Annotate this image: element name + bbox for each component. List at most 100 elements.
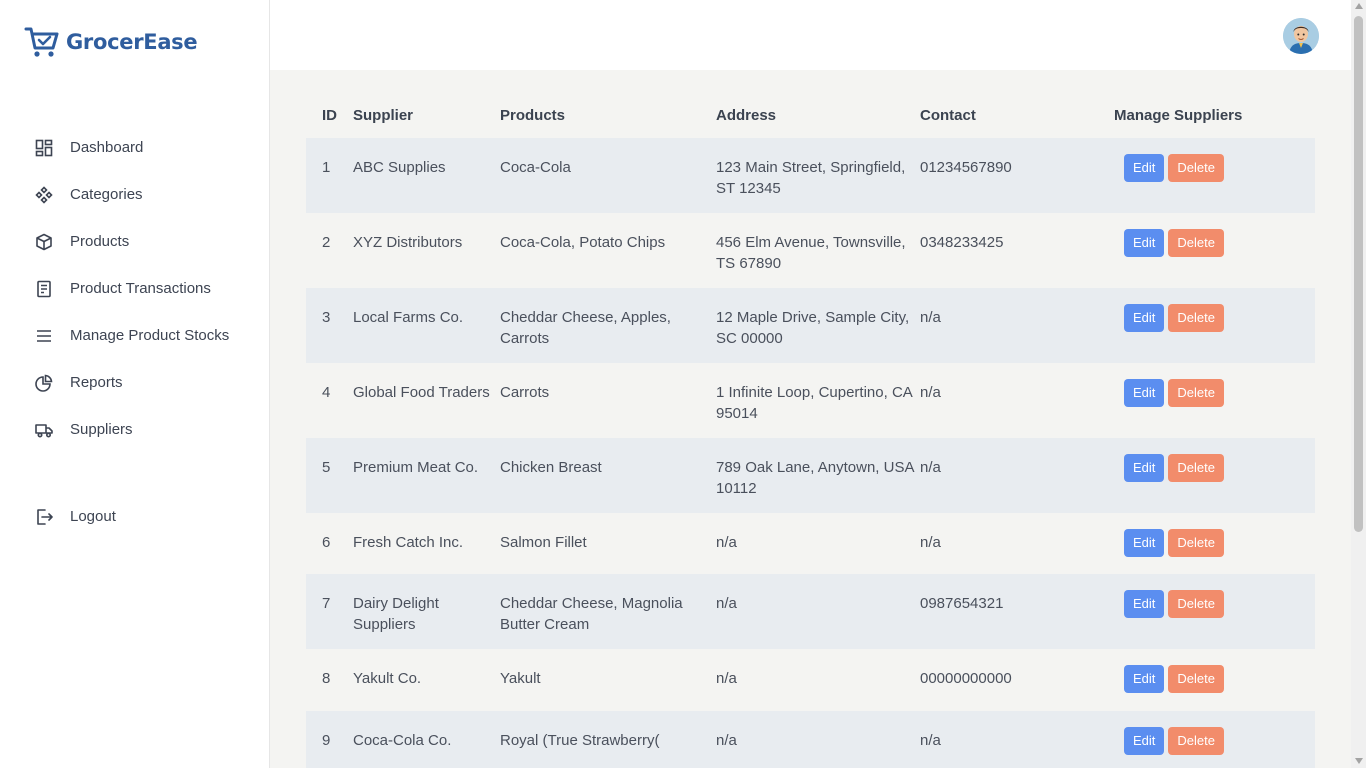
- table-row: 9 Coca-Cola Co. Royal (True Strawberry(n/a…: [306, 711, 1315, 768]
- logout-label: Logout: [70, 508, 116, 525]
- delete-button[interactable]: Delete: [1168, 304, 1224, 332]
- scroll-down-arrow-icon[interactable]: [1354, 758, 1363, 764]
- menu-icon: [34, 326, 54, 346]
- delete-button[interactable]: Delete: [1168, 727, 1224, 755]
- edit-button[interactable]: Edit: [1124, 665, 1165, 693]
- edit-button[interactable]: Edit: [1124, 154, 1165, 182]
- cell-address: 456 Elm Avenue, Townsville, TS 67890: [716, 234, 906, 272]
- logout-button[interactable]: Logout: [34, 493, 116, 540]
- delete-button[interactable]: Delete: [1168, 590, 1224, 618]
- edit-button[interactable]: Edit: [1124, 590, 1165, 618]
- sidebar-item-dashboard[interactable]: Dashboard: [34, 124, 264, 171]
- sidebar-item-label: Suppliers: [70, 421, 133, 438]
- cell-contact: 00000000000: [920, 670, 1012, 687]
- table-row: 3 Local Farms Co. Cheddar Cheese, Apples, …: [306, 288, 1315, 363]
- topbar: [270, 0, 1351, 70]
- cell-products: Salmon Fillet: [500, 534, 587, 551]
- cell-products: Cheddar Cheese, Magnolia Butter Cream: [500, 595, 683, 633]
- delete-button[interactable]: Delete: [1168, 154, 1224, 182]
- suppliers-table: ID Supplier Products Address Contact Man…: [306, 92, 1315, 768]
- cell-contact: n/a: [920, 732, 941, 749]
- cell-supplier: Fresh Catch Inc.: [353, 534, 464, 551]
- cell-contact: 0348233425: [920, 234, 1004, 251]
- row-actions: Edit Delete: [1100, 379, 1315, 407]
- cell-id: 9: [322, 732, 331, 749]
- cell-id: 2: [322, 234, 331, 251]
- column-header-supplier: Supplier: [353, 106, 414, 124]
- delete-button[interactable]: Delete: [1168, 529, 1224, 557]
- sidebar-item-suppliers[interactable]: Suppliers: [34, 406, 264, 453]
- edit-button[interactable]: Edit: [1124, 229, 1165, 257]
- sidebar-item-label: Manage Product Stocks: [70, 327, 230, 344]
- brand-name: GrocerEase: [66, 30, 198, 54]
- cell-contact: 01234567890: [920, 159, 1012, 176]
- cell-supplier: Local Farms Co.: [353, 309, 464, 326]
- truck-icon: [34, 420, 54, 440]
- scroll-up-arrow-icon[interactable]: [1354, 3, 1363, 9]
- delete-button[interactable]: Delete: [1168, 454, 1224, 482]
- cell-contact: 0987654321: [920, 595, 1004, 612]
- brand-logo[interactable]: GrocerEase: [24, 24, 198, 60]
- cell-id: 8: [322, 670, 331, 687]
- cell-id: 7: [322, 595, 331, 612]
- sidebar-item-label: Product Transactions: [70, 280, 211, 297]
- cell-contact: n/a: [920, 459, 941, 476]
- table-row: 1 ABC Supplies Coca-Cola 123 Main Street, S…: [306, 138, 1315, 213]
- delete-button[interactable]: Delete: [1168, 665, 1224, 693]
- pie-chart-icon: [34, 373, 54, 393]
- row-actions: Edit Delete: [1100, 529, 1315, 557]
- box-icon: [34, 232, 54, 252]
- edit-button[interactable]: Edit: [1124, 727, 1165, 755]
- row-actions: Edit Delete: [1100, 727, 1315, 755]
- scrollbar-thumb[interactable]: [1354, 16, 1363, 532]
- cell-supplier: Global Food Traders: [353, 384, 490, 401]
- table-row: 5 Premium Meat Co. Chicken Breast 789 Oak L…: [306, 438, 1315, 513]
- edit-button[interactable]: Edit: [1124, 379, 1165, 407]
- sidebar-item-label: Reports: [70, 374, 123, 391]
- cell-id: 3: [322, 309, 331, 326]
- cell-supplier: XYZ Distributors: [353, 234, 463, 251]
- sidebar-item-product-transactions[interactable]: Product Transactions: [34, 265, 264, 312]
- sidebar-nav: Dashboard Categories Products Product Tr…: [34, 124, 264, 453]
- cell-address: n/a: [716, 534, 737, 551]
- cell-products: Royal (True Strawberry(: [500, 732, 660, 749]
- cell-address: 12 Maple Drive, Sample City, SC 00000: [716, 309, 910, 347]
- cell-products: Yakult: [500, 670, 541, 687]
- sidebar-item-manage-product-stocks[interactable]: Manage Product Stocks: [34, 312, 264, 359]
- edit-button[interactable]: Edit: [1124, 304, 1165, 332]
- row-actions: Edit Delete: [1100, 665, 1315, 693]
- cell-products: Coca-Cola, Potato Chips: [500, 234, 666, 251]
- cell-address: n/a: [716, 732, 737, 749]
- sidebar-item-categories[interactable]: Categories: [34, 171, 264, 218]
- sidebar-item-products[interactable]: Products: [34, 218, 264, 265]
- column-header-contact: Contact: [920, 106, 976, 124]
- scrollbar[interactable]: [1351, 0, 1366, 768]
- table-header: ID Supplier Products Address Contact Man…: [306, 92, 1315, 138]
- cell-address: n/a: [716, 670, 737, 687]
- row-actions: Edit Delete: [1100, 590, 1315, 618]
- delete-button[interactable]: Delete: [1168, 379, 1224, 407]
- cell-supplier: Dairy Delight Suppliers: [353, 595, 439, 633]
- edit-button[interactable]: Edit: [1124, 529, 1165, 557]
- cell-address: n/a: [716, 595, 737, 612]
- edit-button[interactable]: Edit: [1124, 454, 1165, 482]
- logout-icon: [34, 507, 54, 527]
- table-row: 7 Dairy Delight Suppliers Cheddar Cheese, …: [306, 574, 1315, 649]
- cell-contact: n/a: [920, 309, 941, 326]
- row-actions: Edit Delete: [1100, 229, 1315, 257]
- delete-button[interactable]: Delete: [1168, 229, 1224, 257]
- table-row: 8 Yakult Co. Yakult n/a 00000000000 Edit Delet…: [306, 649, 1315, 711]
- cell-id: 6: [322, 534, 331, 551]
- cell-contact: n/a: [920, 384, 941, 401]
- main-content: ID Supplier Products Address Contact Man…: [270, 70, 1351, 768]
- cell-id: 5: [322, 459, 331, 476]
- cell-address: 1 Infinite Loop, Cupertino, CA 95014: [716, 384, 912, 422]
- sidebar-item-label: Categories: [70, 186, 143, 203]
- app: GrocerEase Dashboard Categories Products…: [0, 0, 1366, 768]
- cell-id: 4: [322, 384, 331, 401]
- avatar[interactable]: [1283, 18, 1319, 54]
- dashboard-icon: [34, 138, 54, 158]
- sidebar-item-reports[interactable]: Reports: [34, 359, 264, 406]
- table-row: 4 Global Food Traders Carrots 1 Infinite Lo…: [306, 363, 1315, 438]
- cart-icon: [24, 24, 60, 60]
